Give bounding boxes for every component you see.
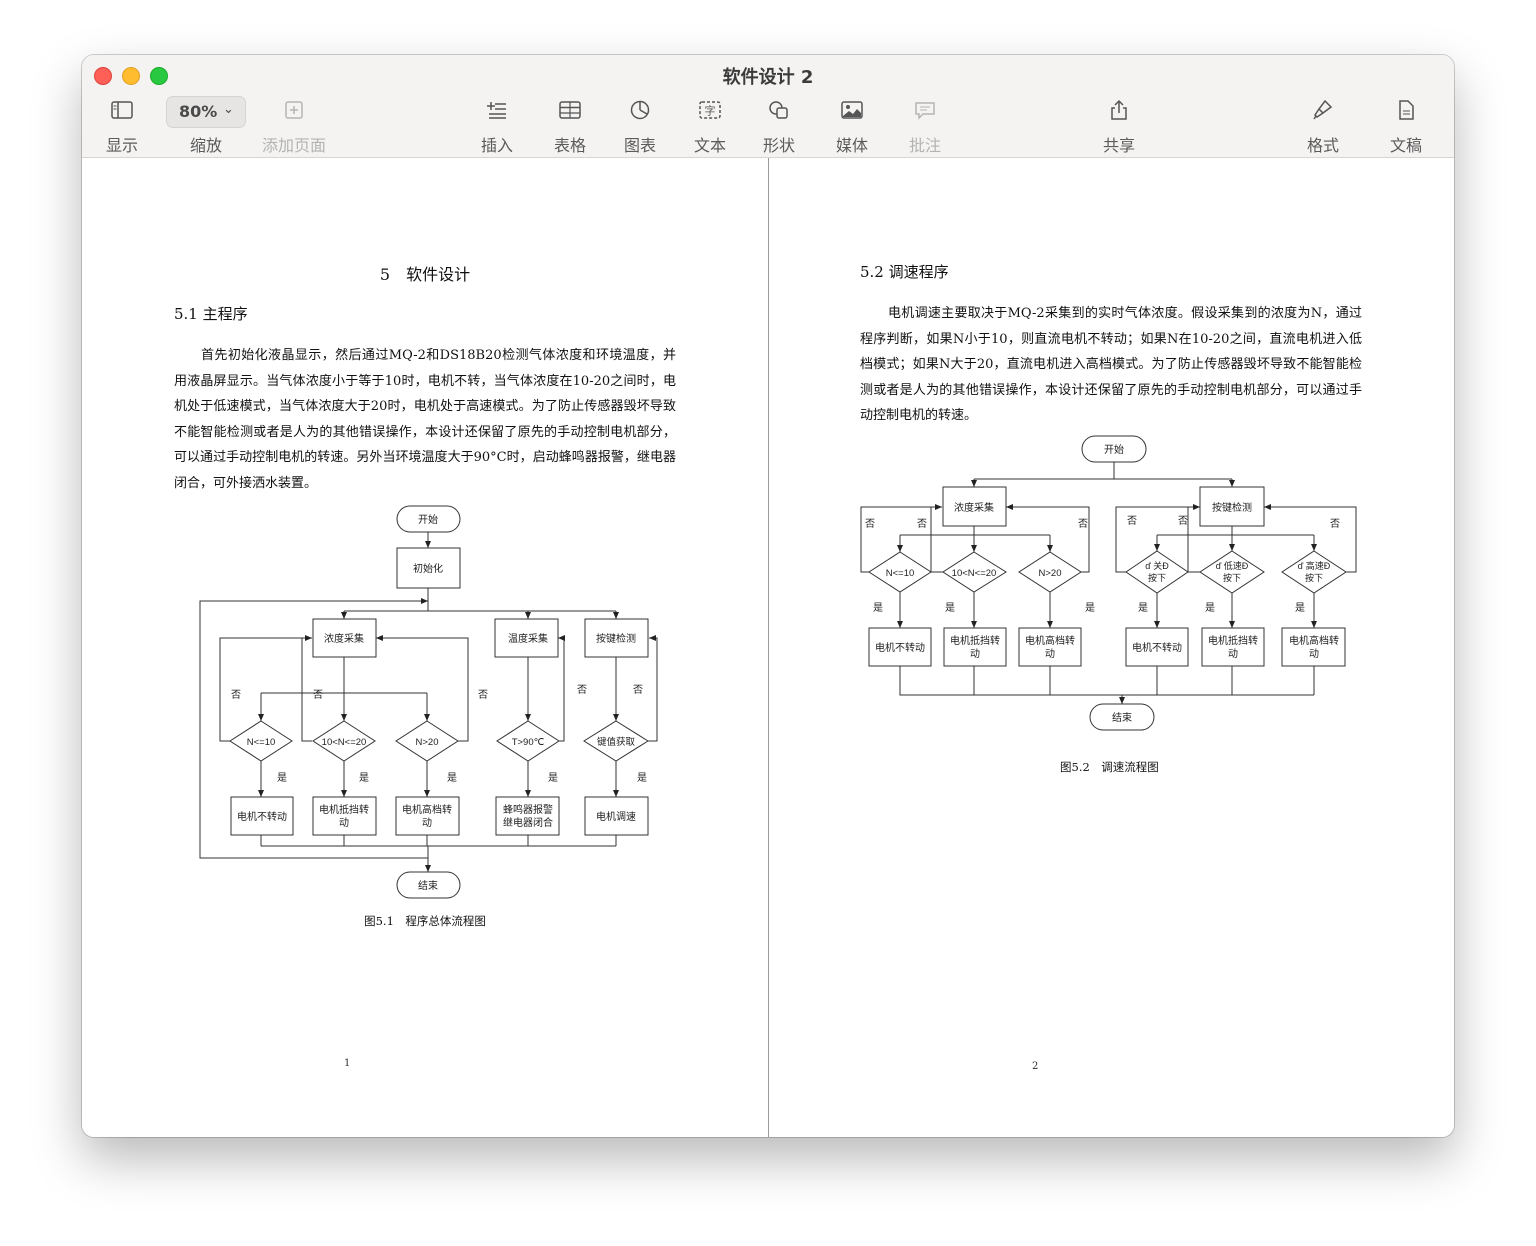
add-page-label: 添加页面	[261, 136, 326, 155]
fc2-k2-l2: 按下	[1223, 572, 1241, 583]
fc2-key-detect: 按键检测	[1212, 501, 1252, 514]
comment-icon	[887, 99, 963, 123]
table-icon	[532, 99, 608, 123]
fc2-k2-l1: ď 低速Ð	[1216, 560, 1249, 571]
share-label: 共享	[1102, 136, 1135, 155]
fc2-yes-4: 是	[1138, 602, 1148, 614]
svg-text:字: 字	[705, 104, 716, 118]
fc2-no-4: 否	[1127, 515, 1137, 527]
figure-caption-5-2: 图5.2 调速流程图	[1060, 760, 1159, 774]
fc2-a6-l2: 动	[1309, 648, 1319, 660]
document-canvas[interactable]: 5 软件设计 5.1 主程序 首先初始化液晶显示，然后通过MQ-2和DS18B2…	[82, 158, 1454, 1137]
insert-button[interactable]: 插入	[459, 99, 535, 156]
media-icon	[814, 99, 890, 123]
view-label: 显示	[105, 136, 138, 155]
fc2-no-2: 否	[917, 518, 927, 530]
fc2-no-1: 否	[865, 518, 875, 530]
fc2-a3-l2: 动	[1045, 648, 1055, 660]
fc2-d2: 10<N<=20	[952, 568, 997, 579]
add-page-button[interactable]: 添加页面	[256, 99, 332, 156]
fc2-k1-l2: 按下	[1148, 572, 1166, 583]
view-button[interactable]: 显示	[84, 99, 160, 156]
text-button[interactable]: 字 文本	[672, 99, 748, 156]
document-button[interactable]: 文稿	[1368, 99, 1444, 156]
fc2-end: 结束	[1112, 711, 1132, 724]
fc2-yes-3: 是	[1085, 602, 1095, 614]
fc2-a3-l1: 电机高档转	[1025, 634, 1075, 647]
fc2-d1: N<=10	[886, 568, 915, 579]
sidebar-icon	[84, 99, 160, 123]
zoom-caption: 缩放	[168, 99, 244, 156]
chart-label: 图表	[623, 136, 656, 155]
document-icon	[1368, 99, 1444, 123]
fc2-no-6: 否	[1330, 518, 1340, 530]
shape-icon	[741, 99, 817, 123]
fc2-a2-l2: 动	[970, 648, 980, 660]
chart-button[interactable]: 图表	[602, 99, 678, 156]
fc2-no-5: 否	[1178, 515, 1188, 527]
fc2-a1: 电机不转动	[875, 641, 925, 654]
fc2-k3-l1: ď 高速Ð	[1298, 560, 1331, 571]
table-button[interactable]: 表格	[532, 99, 608, 156]
toolbar: 软件设计 2 显示 80% ⌄ 缩放 添加页面 插入 表格 图表 字 文本 形状…	[82, 55, 1454, 158]
pages-window: 软件设计 2 显示 80% ⌄ 缩放 添加页面 插入 表格 图表 字 文本 形状…	[82, 55, 1454, 1137]
share-icon	[1081, 99, 1157, 123]
fc2-no-3: 否	[1078, 518, 1088, 530]
flowchart-5-2: 开始 浓度采集 按键检测 N<=10 10<N<=20 N>20 ď 关Ð 按下…	[860, 435, 1357, 731]
add-page-icon	[256, 99, 332, 123]
format-label: 格式	[1306, 136, 1339, 155]
comment-button[interactable]: 批注	[887, 99, 963, 156]
format-button[interactable]: 格式	[1285, 99, 1361, 156]
fc2-gas-sample: 浓度采集	[954, 501, 994, 514]
fc2-a2-l1: 电机抵挡转	[950, 634, 1000, 647]
fc2-yes-1: 是	[873, 602, 883, 614]
table-label: 表格	[553, 136, 586, 155]
comment-label: 批注	[908, 136, 941, 155]
share-button[interactable]: 共享	[1081, 99, 1157, 156]
media-button[interactable]: 媒体	[814, 99, 890, 156]
window-title: 软件设计 2	[722, 67, 814, 88]
page-number-2: 2	[1032, 1061, 1039, 1072]
media-label: 媒体	[835, 136, 868, 155]
text-label: 文本	[693, 136, 726, 155]
fc2-a5-l2: 动	[1228, 648, 1238, 660]
insert-list-icon	[459, 99, 535, 123]
fc2-yes-5: 是	[1205, 602, 1215, 614]
fc2-start: 开始	[1104, 443, 1124, 456]
fc2-yes-2: 是	[945, 602, 955, 614]
fc2-a4: 电机不转动	[1132, 641, 1182, 654]
text-box-icon: 字	[672, 99, 748, 123]
fc2-a5-l1: 电机抵挡转	[1208, 634, 1258, 647]
fc2-k3-l2: 按下	[1305, 572, 1323, 583]
fc2-k1-l1: ď 关Ð	[1145, 560, 1169, 571]
insert-label: 插入	[480, 136, 513, 155]
zoom-label: 缩放	[189, 136, 222, 155]
fc2-d3: N>20	[1039, 568, 1062, 579]
chart-icon	[602, 99, 678, 123]
fc2-a6-l1: 电机高档转	[1289, 634, 1339, 647]
shape-label: 形状	[762, 136, 795, 155]
format-brush-icon	[1285, 99, 1361, 123]
shape-button[interactable]: 形状	[741, 99, 817, 156]
document-label: 文稿	[1389, 136, 1422, 155]
fc2-yes-6: 是	[1295, 602, 1305, 614]
